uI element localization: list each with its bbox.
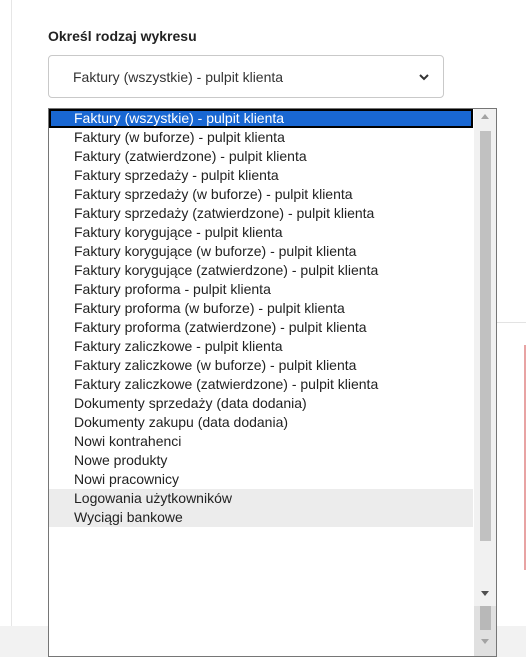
dropdown-option[interactable]: Wyciągi bankowe <box>49 508 473 527</box>
dropdown-option[interactable]: Dokumenty zakupu (data dodania) <box>49 413 473 432</box>
dropdown-option[interactable]: Faktury korygujące (w buforze) - pulpit … <box>49 242 473 261</box>
page-left-border <box>11 0 12 657</box>
options-list: Faktury (wszystkie) - pulpit klienta Fakt… <box>49 109 473 527</box>
background-divider <box>497 322 526 323</box>
scroll-down-arrow-secondary-icon <box>481 639 489 644</box>
dropdown-option-selected[interactable]: Faktury (wszystkie) - pulpit klienta <box>49 109 473 128</box>
dropdown-option[interactable]: Logowania użytkowników <box>49 489 473 508</box>
select-current-value: Faktury (wszystkie) - pulpit klienta <box>73 69 284 85</box>
dropdown-option[interactable]: Faktury proforma (w buforze) - pulpit kl… <box>49 299 473 318</box>
dropdown-option[interactable]: Faktury proforma - pulpit klienta <box>49 280 473 299</box>
chart-type-select[interactable]: Faktury (wszystkie) - pulpit klienta <box>48 55 444 98</box>
dropdown-option[interactable]: Faktury korygujące (zatwierdzone) - pulp… <box>49 261 473 280</box>
scroll-thumb-secondary <box>480 606 491 630</box>
scroll-thumb[interactable] <box>480 131 491 541</box>
dropdown-option[interactable]: Faktury zaliczkowe (zatwierdzone) - pulp… <box>49 375 473 394</box>
chevron-down-icon <box>419 74 429 81</box>
scrollbar-lower-track <box>474 606 496 656</box>
dropdown-option[interactable]: Faktury korygujące - pulpit klienta <box>49 223 473 242</box>
chart-type-dropdown-list[interactable]: Faktury (wszystkie) - pulpit klienta Fakt… <box>48 108 497 657</box>
scroll-up-arrow-icon[interactable] <box>481 114 489 119</box>
dropdown-option[interactable]: Dokumenty sprzedaży (data dodania) <box>49 394 473 413</box>
dropdown-option[interactable]: Faktury sprzedaży (w buforze) - pulpit k… <box>49 185 473 204</box>
dropdown-option[interactable]: Nowe produkty <box>49 451 473 470</box>
dropdown-option[interactable]: Nowi pracownicy <box>49 470 473 489</box>
dropdown-option[interactable]: Faktury sprzedaży (zatwierdzone) - pulpi… <box>49 204 473 223</box>
dropdown-option[interactable]: Faktury (zatwierdzone) - pulpit klienta <box>49 147 473 166</box>
dropdown-option[interactable]: Faktury proforma (zatwierdzone) - pulpit… <box>49 318 473 337</box>
dropdown-option[interactable]: Faktury zaliczkowe - pulpit klienta <box>49 337 473 356</box>
dropdown-option[interactable]: Nowi kontrahenci <box>49 432 473 451</box>
dropdown-option[interactable]: Faktury zaliczkowe (w buforze) - pulpit … <box>49 356 473 375</box>
dropdown-scrollbar[interactable] <box>474 109 496 656</box>
dropdown-option[interactable]: Faktury sprzedaży - pulpit klienta <box>49 166 473 185</box>
dropdown-option[interactable]: Faktury (w buforze) - pulpit klienta <box>49 128 473 147</box>
chart-type-label: Określ rodzaj wykresu <box>48 28 197 44</box>
scroll-down-arrow-icon[interactable] <box>481 591 489 596</box>
